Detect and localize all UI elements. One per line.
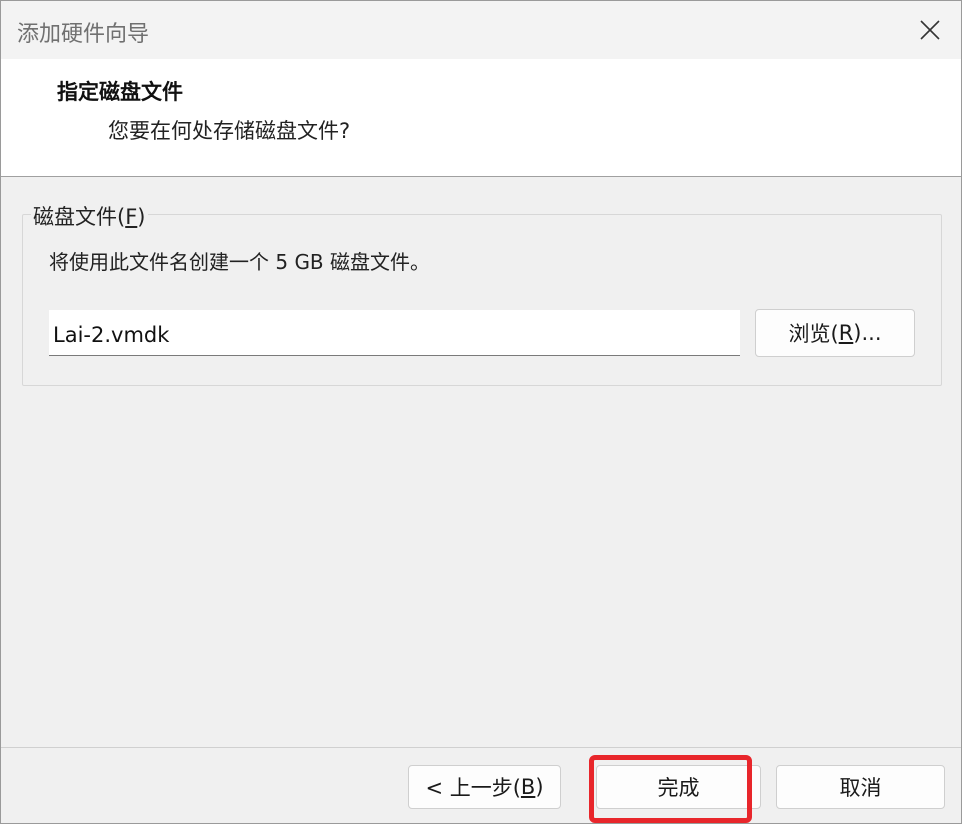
close-icon	[920, 20, 940, 40]
cancel-button[interactable]: 取消	[776, 765, 945, 809]
disk-file-group-label: 磁盘文件(F)	[31, 201, 148, 231]
close-button[interactable]	[899, 1, 961, 59]
disk-file-description: 将使用此文件名创建一个 5 GB 磁盘文件。	[49, 250, 431, 274]
browse-button[interactable]: 浏览(R)...	[755, 309, 915, 357]
title-bar: 添加硬件向导	[1, 1, 961, 59]
footer-divider	[1, 747, 961, 748]
window-title: 添加硬件向导	[17, 22, 150, 47]
page-title: 指定磁盘文件	[57, 80, 183, 104]
wizard-header: 指定磁盘文件 您要在何处存储磁盘文件?	[1, 59, 961, 177]
add-hardware-wizard-window: 添加硬件向导 指定磁盘文件 您要在何处存储磁盘文件? 磁盘文件(F) 将使用此文…	[0, 0, 962, 824]
finish-button[interactable]: 完成	[596, 765, 761, 809]
page-subtitle: 您要在何处存储磁盘文件?	[108, 119, 351, 143]
disk-file-groupbox	[22, 214, 942, 386]
disk-file-input[interactable]	[49, 310, 740, 356]
back-button[interactable]: < 上一步(B)	[408, 765, 561, 809]
